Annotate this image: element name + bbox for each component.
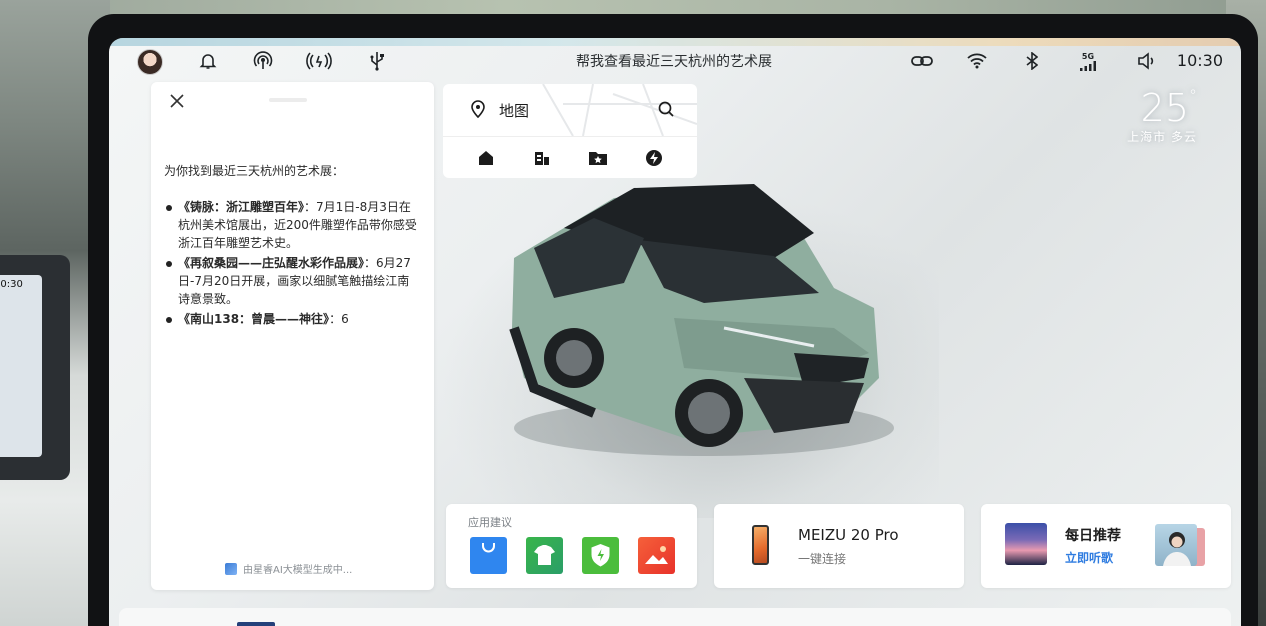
ai-generating-footer: 由星睿AI大模型生成中... — [225, 561, 352, 576]
album-cover — [1005, 523, 1047, 565]
temperature-unit: ° — [1189, 86, 1197, 105]
vehicle-model-image[interactable] — [474, 178, 894, 458]
exhibition-title: 《南山138：曾晨——神往》 — [178, 312, 330, 326]
wifi-icon[interactable] — [966, 50, 988, 72]
music-recommend-card[interactable]: 每日推荐 立即听歌 — [981, 504, 1231, 588]
bell-icon[interactable] — [197, 50, 219, 72]
app-suggestions-label: 应用建议 — [468, 516, 512, 529]
company-icon[interactable] — [533, 149, 551, 167]
weather-widget[interactable]: 25° 上海市 多云 — [1127, 86, 1197, 145]
exhibition-detail: ：6 — [329, 312, 349, 326]
voice-query-title: 帮我查看最近三天杭州的艺术展 — [576, 54, 772, 70]
bluetooth-icon[interactable] — [1024, 50, 1040, 72]
shopping-bag-icon[interactable] — [470, 537, 507, 574]
app-suggestions-card: 应用建议 — [446, 504, 697, 588]
close-icon[interactable] — [169, 92, 189, 112]
exhibition-title: 《铸脉：浙江雕塑百年》 — [178, 200, 305, 214]
map-pin-icon — [469, 99, 487, 123]
ai-generating-text: 由星睿AI大模型生成中... — [243, 565, 353, 576]
map-widget[interactable]: 地图 — [443, 84, 697, 178]
shield-icon[interactable] — [582, 537, 619, 574]
link-icon[interactable] — [909, 50, 935, 72]
phone-connect-card[interactable]: MEIZU 20 Pro 一键连接 — [714, 504, 964, 588]
map-shortcuts — [443, 136, 697, 178]
status-bar: 帮我查看最近三天杭州的艺术展 5G 10:30 — [109, 38, 1241, 84]
exhibition-title: 《再叙桑园——庄弘醒水彩作品展》 — [178, 256, 365, 270]
ai-logo-icon — [225, 562, 237, 575]
bottom-dock — [119, 608, 1231, 626]
signal-5g-label: 5G — [1081, 51, 1095, 61]
clock: 10:30 — [1176, 51, 1223, 70]
phone-device-name: MEIZU 20 Pro — [798, 526, 899, 544]
tshirt-icon[interactable] — [526, 537, 563, 574]
listen-now-button[interactable]: 立即听歌 — [1065, 549, 1113, 566]
home-icon[interactable] — [477, 149, 495, 167]
instrument-display-screen — [0, 275, 42, 457]
weather-location: 上海市 多云 — [1127, 130, 1197, 144]
volume-icon[interactable] — [1136, 50, 1158, 72]
charging-icon[interactable] — [645, 149, 663, 167]
center-display: 帮我查看最近三天杭州的艺术展 5G 10:30 25° 上海市 多云 为你找到最… — [109, 38, 1241, 626]
phone-connect-action[interactable]: 一键连接 — [798, 550, 846, 567]
ai-response-intro: 为你找到最近三天杭州的艺术展： — [164, 164, 345, 178]
instrument-time: 10:30 — [0, 279, 23, 290]
ai-assistant-panel: 为你找到最近三天杭州的艺术展： 《铸脉：浙江雕塑百年》：7月1日-8月3日在杭州… — [151, 82, 434, 590]
signal-icon: 5G — [1077, 50, 1099, 72]
exhibition-list: 《铸脉：浙江雕塑百年》：7月1日-8月3日在杭州美术馆展出，近200件雕塑作品带… — [164, 198, 419, 330]
favorite-icon[interactable] — [588, 149, 607, 167]
list-item: 《再叙桑园——庄弘醒水彩作品展》：6月27日-7月20日开展，画家以细腻笔触描绘… — [164, 254, 419, 308]
dock-app-icon[interactable] — [237, 622, 275, 626]
music-card-title: 每日推荐 — [1065, 528, 1121, 544]
list-item: 《南山138：曾晨——神往》：6 — [164, 310, 419, 328]
usb-icon[interactable] — [367, 50, 387, 72]
map-title: 地图 — [499, 102, 530, 120]
user-avatar[interactable] — [137, 49, 163, 75]
list-item: 《铸脉：浙江雕塑百年》：7月1日-8月3日在杭州美术馆展出，近200件雕塑作品带… — [164, 198, 419, 252]
broadcast-icon[interactable] — [305, 50, 333, 72]
phone-image — [752, 525, 769, 565]
panel-drag-handle[interactable] — [269, 98, 307, 102]
artist-cover[interactable] — [1155, 524, 1197, 566]
gallery-icon[interactable] — [638, 537, 675, 574]
instrument-display: 10:30 — [0, 255, 70, 480]
temperature: 25 — [1140, 86, 1189, 130]
hotspot-icon[interactable] — [252, 50, 274, 72]
search-icon[interactable] — [657, 100, 675, 122]
